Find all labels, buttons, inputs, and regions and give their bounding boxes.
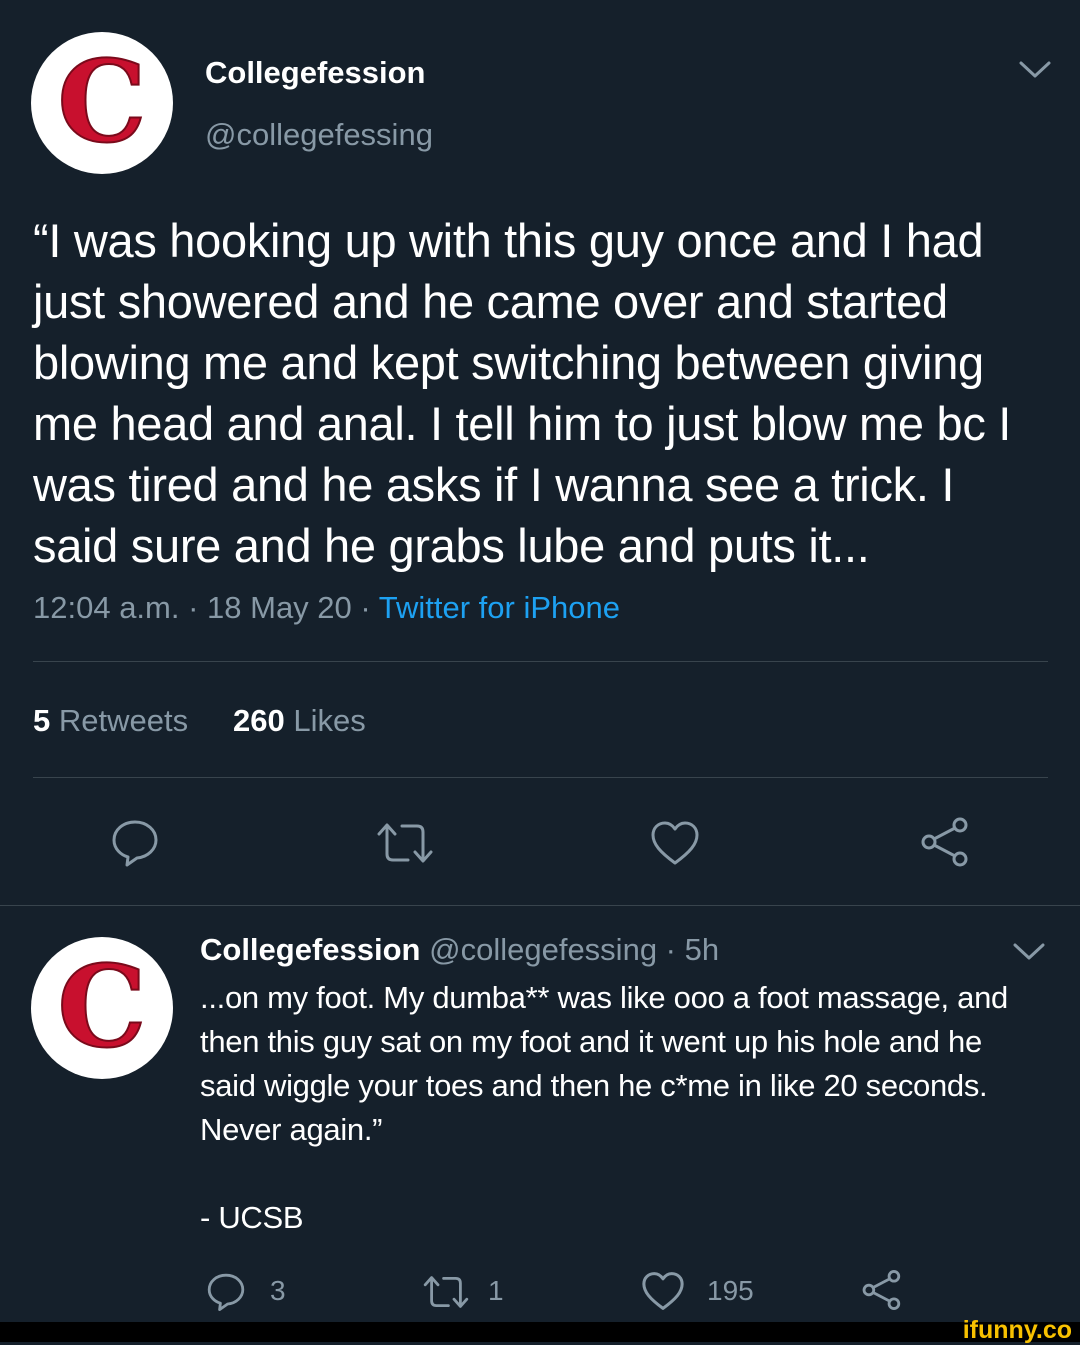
avatar[interactable]: C: [31, 32, 173, 174]
share-icon[interactable]: [860, 1269, 902, 1311]
tweet-time: 12:04 a.m. · 18 May 20 ·: [33, 590, 379, 625]
retweets-stat[interactable]: 5 Retweets: [33, 703, 188, 739]
chevron-down-icon[interactable]: [1018, 58, 1052, 82]
college-c-logo: C: [56, 948, 147, 1068]
reply-display-name[interactable]: Collegefession: [200, 932, 421, 967]
tweet-meta: 12:04 a.m. · 18 May 20 · Twitter for iPh…: [33, 590, 620, 626]
reply-header: Collegefession @collegefessing · 5h: [200, 932, 719, 968]
reply-signature: - UCSB: [200, 1200, 304, 1235]
reply-count: 3: [270, 1275, 286, 1306]
likes-count: 260: [233, 703, 285, 738]
heart-icon[interactable]: [641, 1271, 685, 1311]
chevron-down-icon[interactable]: [1012, 940, 1046, 964]
watermark: ifunny.co: [962, 1316, 1072, 1344]
likes-stat[interactable]: 260 Likes: [233, 703, 366, 739]
like-count: 195: [707, 1275, 754, 1306]
reply-handle[interactable]: @collegefessing · 5h: [429, 932, 719, 967]
handle[interactable]: @collegefessing: [205, 117, 433, 153]
tweet-text: “I was hooking up with this guy once and…: [33, 214, 1012, 572]
share-icon[interactable]: [918, 816, 970, 868]
reply-icon[interactable]: [110, 818, 160, 868]
reply-icon[interactable]: [205, 1272, 247, 1312]
reply-avatar[interactable]: C: [31, 937, 173, 1079]
svg-text:C: C: [57, 948, 146, 1068]
svg-text:C: C: [57, 43, 146, 163]
divider: [33, 777, 1048, 778]
retweets-label: Retweets: [58, 703, 189, 738]
heart-icon[interactable]: [650, 820, 700, 866]
divider: [0, 905, 1080, 906]
footer-bar: [0, 1322, 1080, 1342]
retweet-icon[interactable]: [375, 820, 435, 866]
tweet-source-link[interactable]: Twitter for iPhone: [379, 590, 620, 625]
likes-label: Likes: [293, 703, 366, 738]
divider: [33, 661, 1048, 662]
retweet-count: 1: [488, 1275, 504, 1306]
reply-text: ...on my foot. My dumba** was like ooo a…: [200, 980, 1008, 1147]
college-c-logo: C: [56, 43, 147, 163]
retweet-icon[interactable]: [422, 1273, 470, 1311]
display-name[interactable]: Collegefession: [205, 55, 426, 91]
retweets-count: 5: [33, 703, 51, 738]
